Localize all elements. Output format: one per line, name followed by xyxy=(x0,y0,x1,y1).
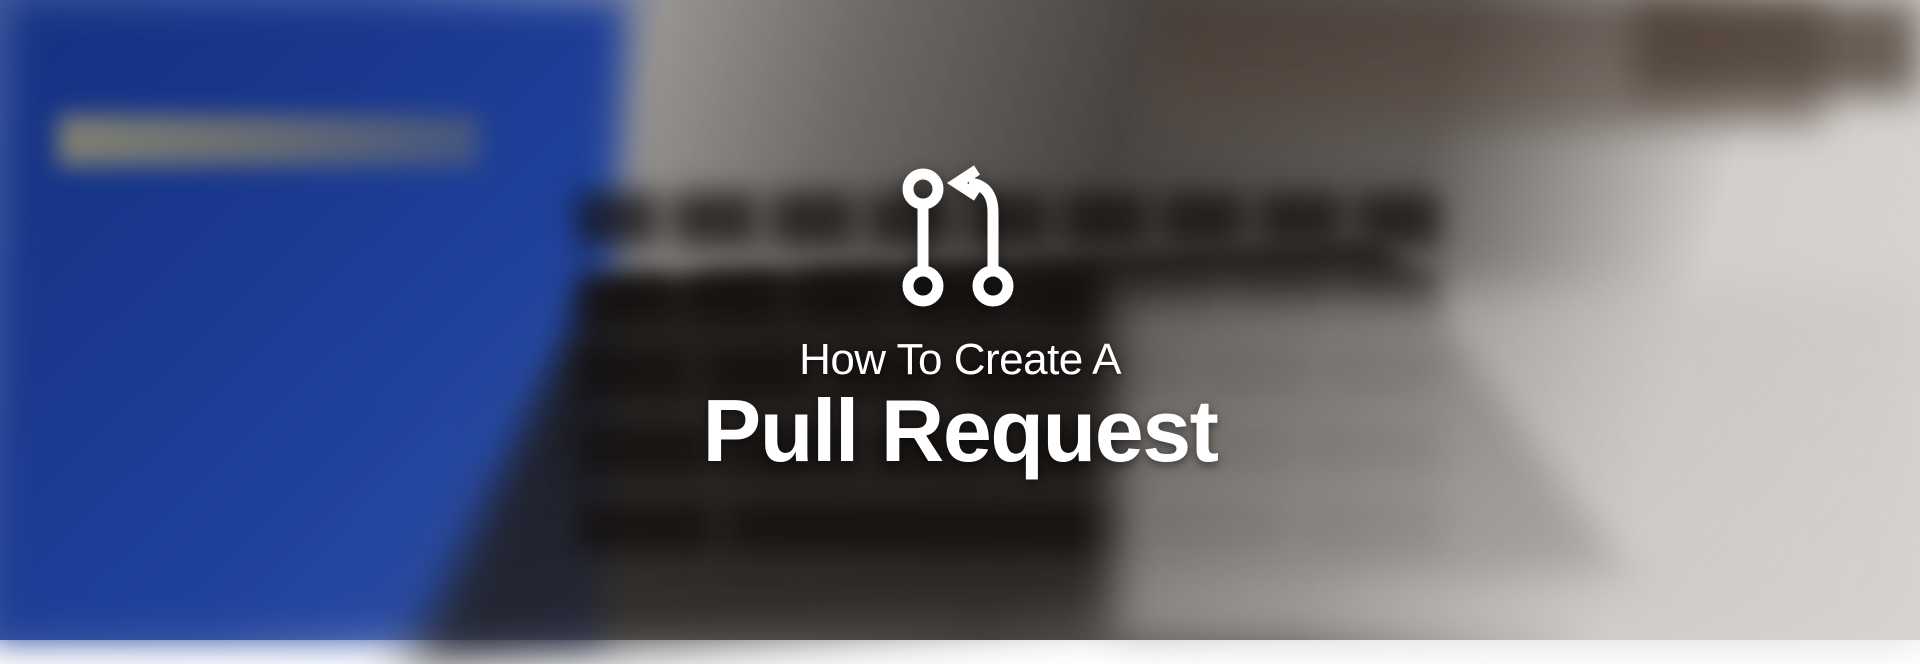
git-pull-request-icon xyxy=(895,165,1025,315)
hero-title: Pull Request xyxy=(703,387,1218,475)
hero-content: How To Create A Pull Request xyxy=(0,0,1920,640)
hero-subtitle: How To Create A xyxy=(799,335,1121,385)
